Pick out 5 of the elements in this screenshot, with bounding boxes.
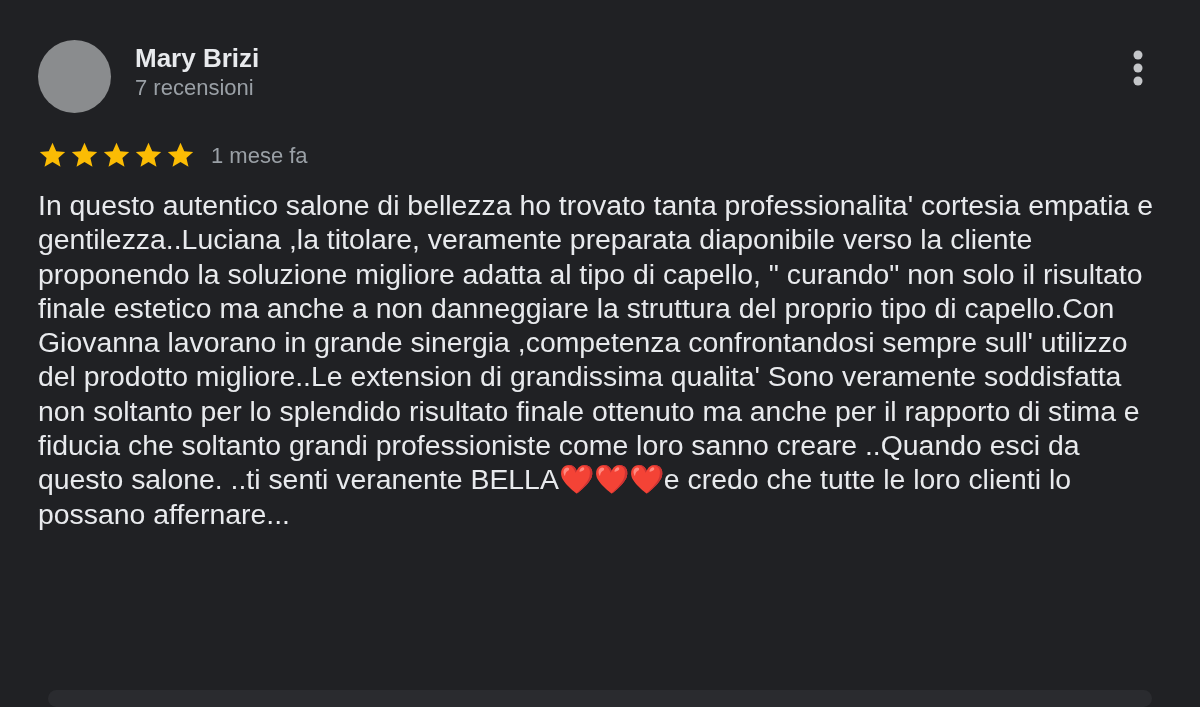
review-text: In questo autentico salone di bellezza ho trovato tanta professionalita' cortesia empatia e gentilezza..Luciana ,la titolare, veramente preparata diaponibile verso la cliente proponendo la soluzione migliore adatta al tipo di capello, " curando" non solo il risultato finale estetico ma anche a non danneggiare la struttura del proprio tipo di capello.Con Giovanna lavorano in grande sinergia ,competenza confrontandosi sempre sull' utilizzo del prodotto migliore..Le extension di grandissima qualita' Sono veramente soddisfatta non soltanto per lo splendido risultato finale ottenuto ma anche per il rapporto di stima e fiducia che soltanto grandi professioniste come loro sanno creare ..Quando esci da questo salone. ..ti senti veranente BELLA❤❤❤e credo che tutte le loro clienti lo possano affernare... [38,188,1154,531]
reviewer-name[interactable]: Mary Brizi [135,41,260,74]
review-date: 1 mese fa [211,142,308,170]
more-options-icon [1132,48,1144,88]
review-count: 7 recensioni [135,73,255,102]
